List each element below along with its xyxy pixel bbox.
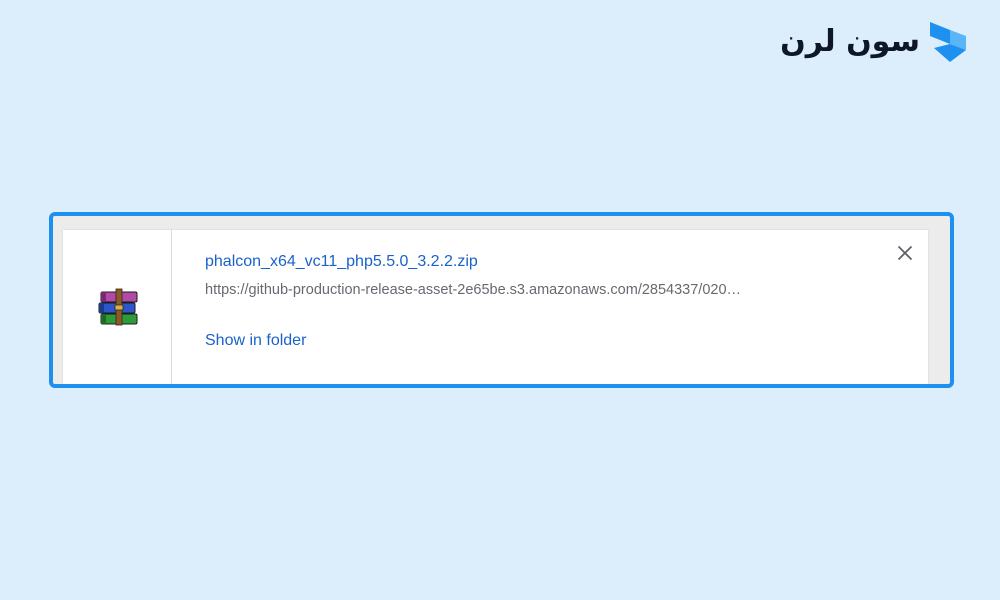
download-item: phalcon_x64_vc11_php5.5.0_3.2.2.zip http…: [63, 230, 928, 384]
brand-mark-icon: [930, 22, 966, 62]
source-url: https://github-production-release-asset-…: [205, 282, 742, 298]
remove-download-button[interactable]: [894, 242, 916, 264]
winrar-archive-icon: [98, 288, 138, 326]
brand-logo: سون لرن: [780, 20, 968, 64]
brand-name: سون لرن: [780, 24, 921, 59]
file-icon-cell: [63, 230, 172, 384]
close-icon: [897, 245, 913, 261]
show-in-folder-link[interactable]: Show in folder: [205, 331, 306, 351]
download-info: phalcon_x64_vc11_php5.5.0_3.2.2.zip http…: [205, 252, 868, 351]
download-highlight-frame: phalcon_x64_vc11_php5.5.0_3.2.2.zip http…: [49, 212, 954, 388]
file-name-link[interactable]: phalcon_x64_vc11_php5.5.0_3.2.2.zip: [205, 252, 868, 272]
